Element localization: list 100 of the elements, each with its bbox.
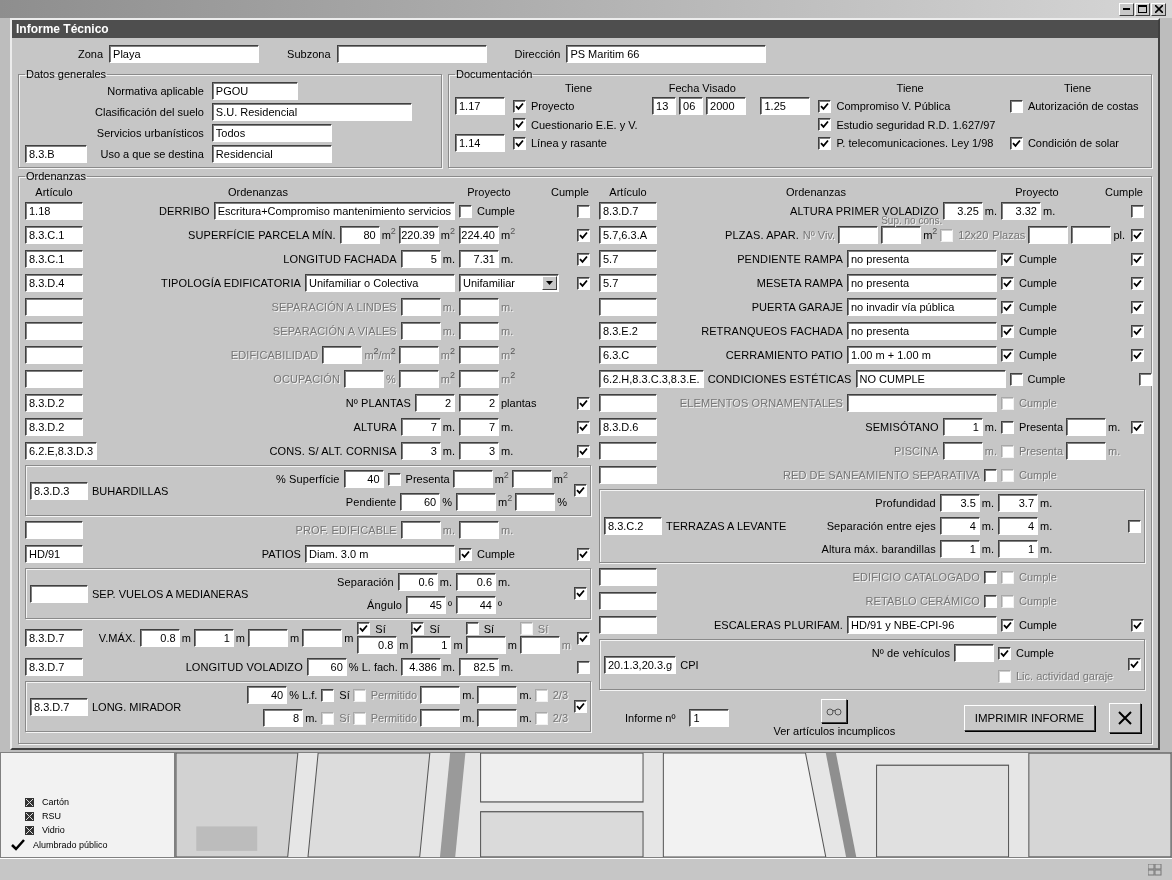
article-field[interactable]: 5.7: [599, 274, 657, 292]
number-field[interactable]: [838, 226, 879, 244]
number-field[interactable]: [398, 370, 439, 388]
article-field[interactable]: [25, 298, 83, 316]
article-field[interactable]: 8.3.D.3: [30, 481, 88, 500]
checkbox[interactable]: [1130, 324, 1144, 338]
article-field[interactable]: [599, 568, 657, 586]
number-field[interactable]: 40: [247, 686, 288, 704]
text-field[interactable]: NO CUMPLE: [855, 370, 1006, 388]
number-field[interactable]: 1: [939, 540, 980, 558]
checkbox[interactable]: [1130, 276, 1144, 290]
number-field[interactable]: 3.7: [998, 494, 1038, 512]
article-field[interactable]: [30, 584, 88, 603]
article-field[interactable]: 6.2.E,8.3.D.3: [25, 442, 98, 460]
article-field[interactable]: 6.3.C: [599, 346, 657, 364]
number-field[interactable]: [519, 636, 560, 654]
article-field[interactable]: [599, 442, 657, 460]
checkbox[interactable]: [1139, 372, 1153, 386]
number-field[interactable]: 3.5: [939, 494, 980, 512]
number-field[interactable]: [1028, 226, 1069, 244]
number-field[interactable]: 0.6: [456, 573, 496, 591]
number-field[interactable]: [400, 322, 441, 340]
number-field[interactable]: [477, 709, 518, 727]
article-field[interactable]: 8.3.C.1: [25, 250, 83, 268]
article-field[interactable]: 1.17: [455, 97, 505, 115]
number-field[interactable]: 1: [942, 418, 983, 436]
checkbox[interactable]: [1130, 228, 1144, 242]
checkbox[interactable]: [576, 631, 590, 645]
checkbox[interactable]: [818, 136, 832, 150]
text-field[interactable]: 1.00 m + 1.00 m: [847, 346, 997, 364]
checkbox[interactable]: [459, 547, 472, 561]
checkbox[interactable]: [1127, 658, 1141, 671]
number-field[interactable]: [247, 629, 288, 647]
input-field[interactable]: Residencial: [211, 145, 332, 163]
text-field[interactable]: no presenta: [847, 250, 997, 268]
number-field[interactable]: [322, 346, 363, 364]
article-field[interactable]: 8.3.E.2: [599, 322, 657, 340]
number-field[interactable]: [1066, 442, 1107, 460]
checkbox[interactable]: [576, 228, 590, 242]
article-field[interactable]: [599, 394, 657, 412]
number-field[interactable]: [459, 370, 499, 388]
input-field[interactable]: Playa: [109, 45, 260, 63]
number-field[interactable]: 0.8: [139, 629, 180, 647]
article-field[interactable]: [25, 322, 83, 340]
checkbox[interactable]: [1001, 420, 1014, 434]
text-field[interactable]: no presenta: [847, 274, 997, 292]
article-field[interactable]: 8.3.C.2: [604, 517, 662, 535]
article-field[interactable]: 8.3.D.7: [30, 697, 88, 716]
checkbox[interactable]: [1127, 519, 1141, 533]
article-field[interactable]: [25, 346, 83, 364]
article-field[interactable]: [25, 521, 83, 539]
close-button[interactable]: [1109, 703, 1141, 733]
minimize-icon[interactable]: [1119, 2, 1134, 16]
checkbox[interactable]: [576, 660, 590, 674]
number-field[interactable]: 4.386: [400, 658, 441, 676]
number-field[interactable]: [459, 346, 499, 364]
checkbox[interactable]: [513, 99, 526, 113]
input-field[interactable]: 1: [689, 709, 730, 727]
view-button[interactable]: [821, 699, 848, 723]
article-field[interactable]: 8.3.C.1: [25, 226, 83, 244]
number-field[interactable]: [459, 322, 499, 340]
checkbox[interactable]: [573, 700, 587, 713]
checkbox[interactable]: [1130, 420, 1144, 434]
number-field[interactable]: 4: [939, 517, 980, 535]
number-field[interactable]: 0.8: [357, 636, 398, 654]
number-field[interactable]: [456, 493, 496, 511]
number-field[interactable]: 2: [459, 394, 499, 412]
number-field[interactable]: 3: [400, 442, 441, 460]
text-field[interactable]: Unifamiliar o Colectiva: [305, 274, 455, 292]
number-field[interactable]: [1071, 226, 1112, 244]
checkbox[interactable]: [1130, 618, 1144, 632]
date-field[interactable]: 06: [679, 97, 704, 115]
number-field[interactable]: 5: [400, 250, 441, 268]
checkbox[interactable]: [465, 622, 479, 635]
number-field[interactable]: 60: [306, 658, 347, 676]
checkbox[interactable]: [576, 547, 590, 561]
date-field[interactable]: 2000: [706, 97, 747, 115]
number-field[interactable]: 44: [456, 596, 496, 614]
article-field[interactable]: HD/91: [25, 545, 83, 563]
checkbox[interactable]: [411, 622, 425, 635]
article-field[interactable]: 8.3.D.7: [25, 629, 83, 647]
number-field[interactable]: 8: [263, 709, 304, 727]
checkbox[interactable]: [513, 136, 526, 150]
checkbox[interactable]: [1130, 252, 1144, 266]
number-field[interactable]: 40: [343, 470, 384, 488]
checkbox[interactable]: [1130, 348, 1144, 362]
checkbox[interactable]: [818, 118, 832, 131]
number-field[interactable]: 45: [405, 596, 446, 614]
article-field[interactable]: 1.25: [760, 97, 811, 115]
text-field[interactable]: Escritura+Compromiso mantenimiento servicios: [213, 202, 455, 220]
number-field[interactable]: [420, 709, 461, 727]
number-field[interactable]: [465, 636, 506, 654]
checkbox[interactable]: [1001, 348, 1014, 362]
text-field[interactable]: Diam. 3.0 m: [305, 545, 455, 563]
number-field[interactable]: 1: [998, 540, 1038, 558]
number-field[interactable]: [954, 644, 994, 662]
number-field[interactable]: [459, 298, 499, 316]
article-field[interactable]: 8.3.D.2: [25, 394, 83, 412]
number-field[interactable]: 3: [459, 442, 499, 460]
input-field[interactable]: PS Maritim 66: [566, 45, 767, 63]
